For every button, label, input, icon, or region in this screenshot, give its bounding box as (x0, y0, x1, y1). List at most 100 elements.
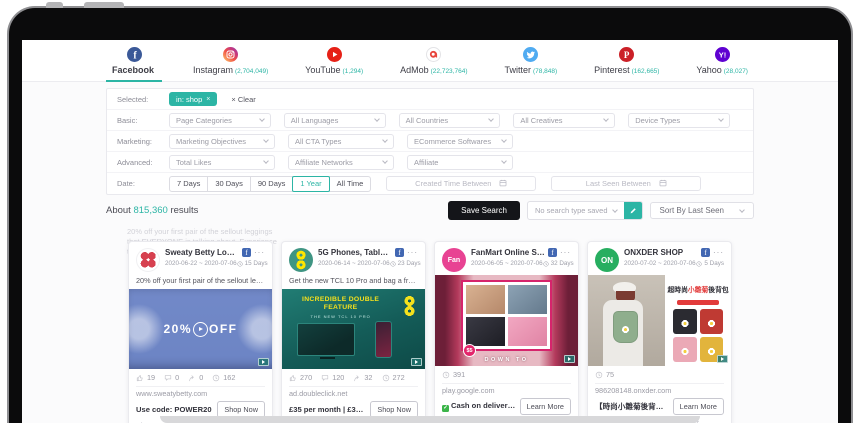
dropdown-total-likes[interactable]: Total Likes (169, 155, 275, 170)
ad-headline: 【時尚小雛菊後背包】小雛菊刺... (595, 401, 669, 412)
twitter-icon (523, 47, 538, 62)
ad-copy-text: 20% off your first pair of the sellout l… (129, 275, 272, 289)
dropdown-cta-types[interactable]: All CTA Types (288, 134, 394, 149)
selected-filter-tag[interactable]: in: shop× (169, 92, 217, 106)
date-label: Date: (117, 179, 169, 188)
play-icon[interactable] (193, 322, 208, 337)
saved-search-select[interactable]: No search type saved (527, 201, 643, 220)
dropdown-affiliate-networks[interactable]: Affiliate Networks (288, 155, 394, 170)
tab-youtube[interactable]: YouTube(1,294) (299, 47, 369, 81)
tab-count: (22,723,764) (431, 68, 468, 75)
pencil-icon (629, 207, 637, 215)
tab-yahoo[interactable]: Y! Yahoo(28,027) (690, 47, 754, 81)
advertiser-avatar[interactable]: ON (595, 248, 619, 272)
ad-headline: ✓Cash on delivery ✓Days fr... (442, 401, 516, 412)
admob-icon (426, 47, 441, 62)
dropdown-all-languages[interactable]: All Languages (284, 113, 386, 128)
app-screen: f Facebook Instagram(2,704,049) YouTube(… (22, 40, 838, 423)
comment-count: 120 (332, 373, 344, 382)
tab-pinterest[interactable]: P Pinterest(162,665) (588, 47, 665, 81)
time-count: 162 (223, 373, 235, 382)
more-options-icon[interactable]: ··· (254, 250, 265, 256)
chevron-down-icon (603, 116, 609, 122)
tab-count: (2,704,049) (235, 68, 268, 75)
expand-creative-icon[interactable] (564, 355, 575, 363)
dropdown-ecommerce-softwares[interactable]: ECommerce Softwares (407, 134, 513, 149)
tab-instagram[interactable]: Instagram(2,704,049) (187, 47, 274, 81)
time-count: 272 (393, 373, 405, 382)
ad-creative-image[interactable]: 20% OFF (129, 289, 272, 369)
advertiser-name[interactable]: 5G Phones, Tablets & SIMs | ... (318, 248, 392, 257)
ad-creative-image[interactable]: INCREDIBLE DOUBLE FEATURE THE NEW TCL 10… (282, 289, 425, 369)
dropdown-all-creatives[interactable]: All Creatives (513, 113, 615, 128)
filter-panel: Selected: in: shop× × Clear Basic: Page … (106, 88, 754, 195)
time-count: 75 (606, 370, 614, 379)
creative-text: 20% (163, 322, 192, 336)
ad-duration: 5 Days (704, 260, 724, 267)
dropdown-all-countries[interactable]: All Countries (399, 113, 501, 128)
creative-text: 超時尚小雛菊後背包 (668, 287, 729, 294)
ad-headline: £35 per month | £30 upfront | ... (289, 405, 366, 414)
ad-copy-text: Get the new TCL 10 Pro and bag a free TC… (282, 275, 425, 289)
facebook-mini-icon: f (395, 248, 404, 257)
laptop-hinge (84, 2, 124, 8)
cta-button[interactable]: Learn More (520, 398, 571, 415)
advanced-filters-row: Advanced: Total Likes Affiliate Networks… (107, 152, 753, 173)
selected-filters-row: Selected: in: shop× × Clear (107, 89, 753, 110)
network-tabbar: f Facebook Instagram(2,704,049) YouTube(… (22, 40, 838, 82)
more-options-icon[interactable]: ··· (407, 250, 418, 256)
date-option-90-days[interactable]: 90 Days (250, 176, 294, 192)
more-options-icon[interactable]: ··· (560, 250, 571, 256)
svg-text:Y!: Y! (718, 50, 726, 59)
ad-stats-row: 391 (435, 366, 578, 383)
date-option-1-year[interactable]: 1 Year (292, 176, 329, 192)
clock-icon (390, 261, 396, 267)
remove-tag-icon[interactable]: × (206, 96, 210, 103)
advertiser-avatar[interactable]: Fan (442, 248, 466, 272)
save-search-button[interactable]: Save Search (448, 201, 520, 220)
ad-stats-row: 270 120 32 272 (282, 369, 425, 386)
advertiser-avatar[interactable] (136, 248, 160, 272)
tab-facebook[interactable]: f Facebook (106, 47, 162, 82)
date-option-all-time[interactable]: All Time (329, 176, 372, 192)
tab-count: (1,294) (343, 68, 364, 75)
tab-admob[interactable]: AdMob(22,723,764) (394, 47, 473, 81)
ad-creative-image[interactable]: 超時尚小雛菊後背包 (588, 275, 731, 366)
advertiser-name[interactable]: Sweaty Betty London | Wom... (165, 248, 239, 257)
edit-saved-search-button[interactable] (624, 202, 642, 219)
date-option-30-days[interactable]: 30 Days (207, 176, 251, 192)
expand-creative-icon[interactable] (411, 358, 422, 366)
dropdown-affiliate[interactable]: Affiliate (407, 155, 513, 170)
comment-icon (164, 374, 172, 382)
instagram-icon (223, 47, 238, 62)
expand-creative-icon[interactable] (717, 355, 728, 363)
yahoo-icon: Y! (715, 47, 730, 62)
clock-icon (696, 261, 702, 267)
tab-twitter[interactable]: Twitter(78,848) (498, 47, 563, 81)
date-option-7-days[interactable]: 7 Days (169, 176, 208, 192)
advertiser-name[interactable]: ONXDER SHOP (624, 248, 698, 257)
chevron-down-icon (382, 158, 388, 164)
dropdown-marketing-objectives[interactable]: Marketing Objectives (169, 134, 275, 149)
dropdown-page-categories[interactable]: Page Categories (169, 113, 271, 128)
advertiser-name[interactable]: FanMart Online Shopping - F... (471, 248, 545, 257)
svg-text:P: P (624, 50, 630, 60)
sort-by-dropdown[interactable]: Sort By Last Seen (650, 202, 754, 219)
expand-creative-icon[interactable] (258, 358, 269, 366)
advertiser-avatar[interactable] (289, 248, 313, 272)
ad-creative-image[interactable]: $5 DOWN TO (435, 275, 578, 366)
creative-text: DOWN TO (461, 357, 552, 363)
chevron-down-icon (259, 116, 265, 122)
chevron-down-icon (382, 137, 388, 143)
more-options-icon[interactable]: ··· (713, 250, 724, 256)
cta-button[interactable]: Learn More (673, 398, 724, 415)
laptop-hinge (46, 2, 63, 8)
dropdown-device-types[interactable]: Device Types (628, 113, 730, 128)
ad-date-range: 2020-07-02 ~ 2020-07-06 (624, 260, 696, 267)
last-seen-between-input[interactable]: Last Seen Between (551, 176, 701, 191)
chevron-down-icon (263, 158, 269, 164)
clear-filters-button[interactable]: × Clear (231, 95, 255, 104)
clock-icon (237, 261, 243, 267)
tab-label: Instagram (193, 65, 233, 75)
created-time-between-input[interactable]: Created Time Between (386, 176, 536, 191)
